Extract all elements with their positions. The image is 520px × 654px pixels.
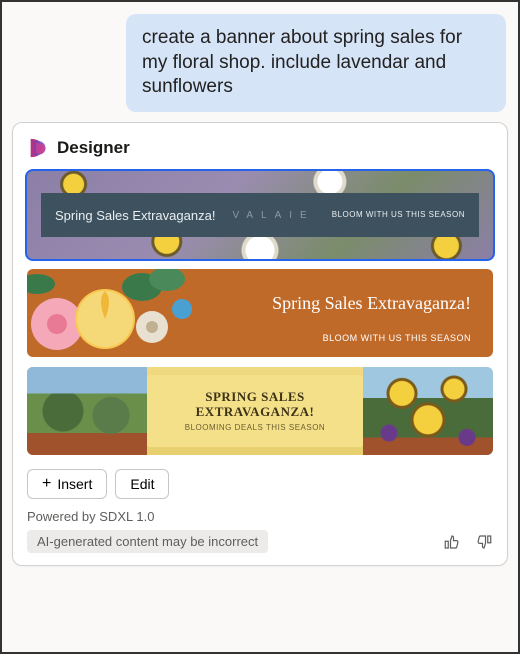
banner-3-title: SPRING SALES EXTRAVAGANZA! <box>147 390 363 419</box>
banner-results: Spring Sales Extravaganza! VALAIE BLOOM … <box>27 171 493 455</box>
banner-2-floral-art <box>27 269 207 357</box>
thumbs-down-icon[interactable] <box>475 533 493 551</box>
banner-option-3[interactable]: SPRING SALES EXTRAVAGANZA! BLOOMING DEAL… <box>27 367 493 455</box>
edit-label: Edit <box>130 476 154 492</box>
user-message: create a banner about spring sales for m… <box>126 14 506 112</box>
banner-option-1[interactable]: Spring Sales Extravaganza! VALAIE BLOOM … <box>27 171 493 259</box>
powered-by-text: Powered by SDXL 1.0 <box>27 509 493 524</box>
banner-3-subtitle: BLOOMING DEALS THIS SEASON <box>185 423 325 432</box>
insert-label: Insert <box>57 476 92 492</box>
card-title: Designer <box>57 138 130 158</box>
plus-icon: + <box>42 476 51 492</box>
banner-1-middle: VALAIE <box>215 210 331 221</box>
designer-logo-icon <box>27 137 49 159</box>
edit-button[interactable]: Edit <box>115 469 169 499</box>
designer-card: Designer Spring Sales Extravaganza! VALA… <box>12 122 508 566</box>
banner-3-right-art <box>363 367 493 455</box>
banner-2-title: Spring Sales Extravaganza! <box>272 293 471 314</box>
banner-1-title: Spring Sales Extravaganza! <box>55 208 215 223</box>
thumbs-up-icon[interactable] <box>443 533 461 551</box>
ai-disclaimer: AI-generated content may be incorrect <box>27 530 268 553</box>
banner-3-left-art <box>27 367 147 455</box>
insert-button[interactable]: + Insert <box>27 469 107 499</box>
banner-option-2[interactable]: Spring Sales Extravaganza! BLOOM WITH US… <box>27 269 493 357</box>
banner-1-subtitle: BLOOM WITH US THIS SEASON <box>332 210 465 220</box>
banner-2-subtitle: BLOOM WITH US THIS SEASON <box>323 333 471 343</box>
